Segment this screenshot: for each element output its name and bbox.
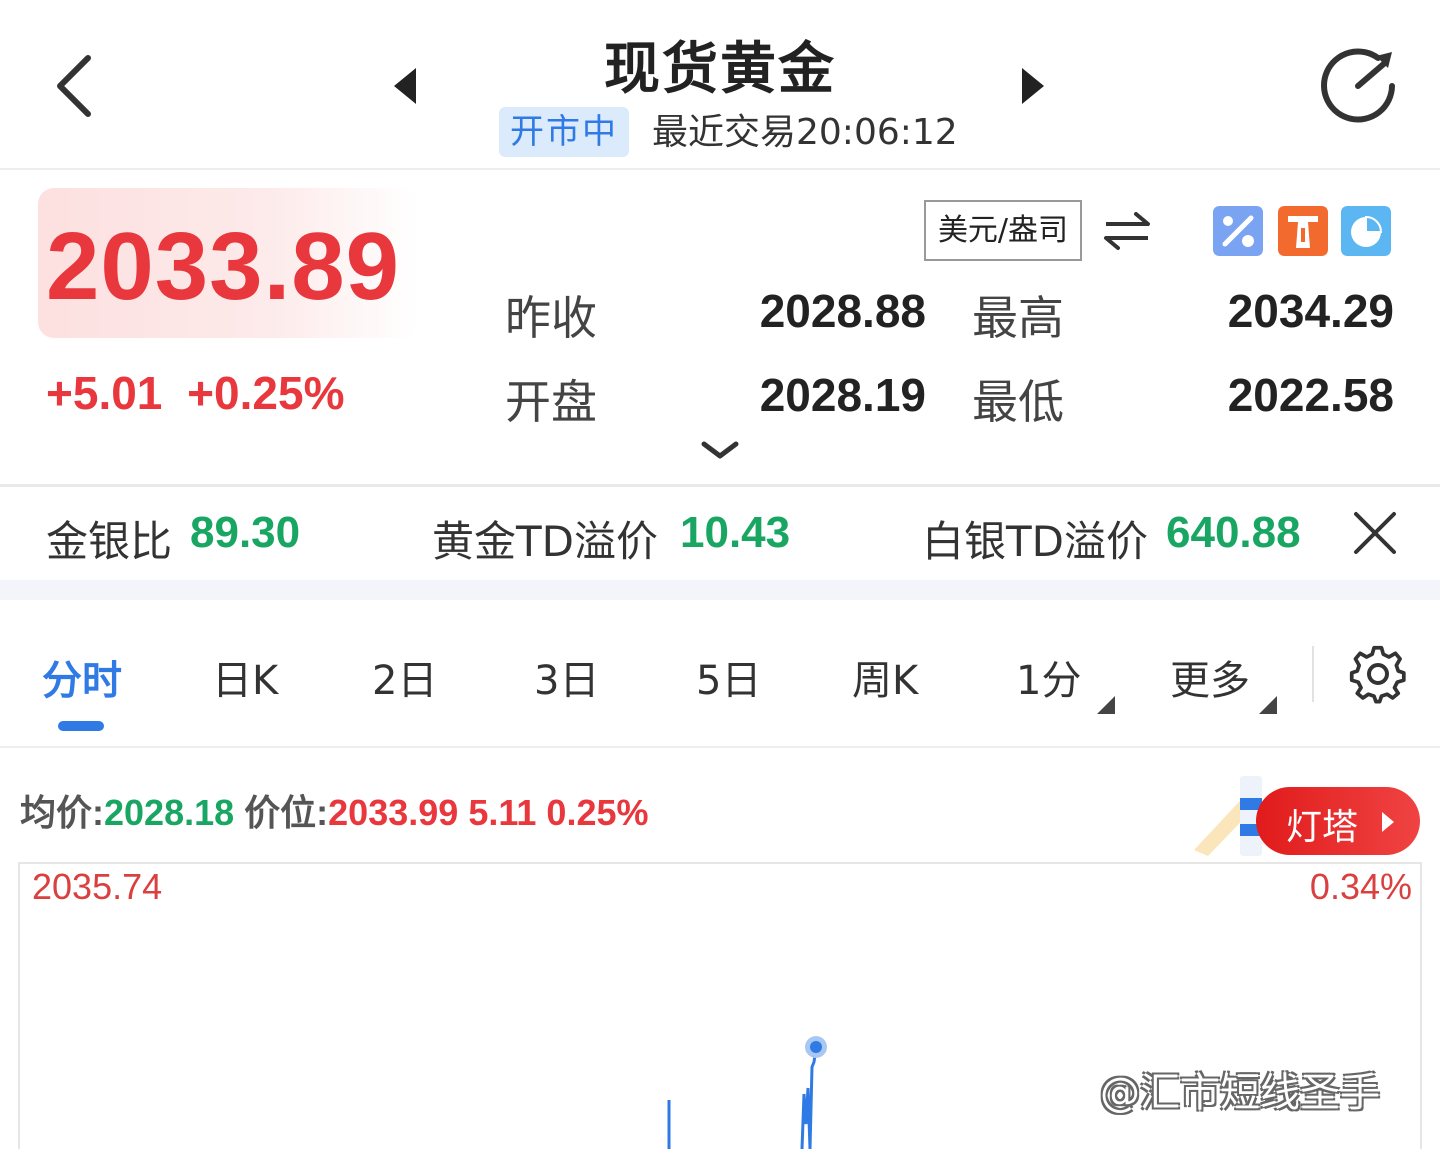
silver-td-premium-value: 640.88	[1166, 508, 1301, 557]
dropdown-corner-icon	[1097, 696, 1115, 714]
cursor-price-label: 价位:	[244, 792, 329, 833]
tab-2-day[interactable]: 2日	[372, 648, 437, 706]
divider	[0, 484, 1440, 487]
dropdown-corner-icon	[1259, 696, 1277, 714]
gear-icon[interactable]	[1348, 644, 1408, 704]
cursor-pct-value: 0.25%	[546, 792, 649, 833]
low-label: 最低	[972, 375, 1064, 429]
gold-silver-ratio-label: 金银比	[46, 517, 173, 566]
tab-1-min[interactable]: 1分	[1016, 648, 1081, 706]
section-separator	[0, 580, 1440, 600]
price-change: +5.01 +0.25%	[46, 367, 345, 419]
low-value: 2022.58	[1227, 369, 1394, 421]
watermark: @汇市短线圣手	[1100, 1070, 1380, 1116]
avg-price-value: 2028.18	[104, 792, 235, 833]
active-tab-indicator	[58, 721, 104, 731]
tab-divider	[1312, 646, 1314, 702]
play-arrow-icon	[1382, 812, 1394, 832]
unit-selector[interactable]: 美元/盎司	[924, 200, 1082, 261]
close-icon[interactable]	[1352, 510, 1398, 556]
high-label: 最高	[972, 291, 1064, 345]
expand-chevron-icon[interactable]	[700, 440, 740, 462]
lighthouse-icon[interactable]	[1278, 206, 1328, 256]
refresh-button[interactable]	[1316, 44, 1400, 128]
gold-silver-ratio-value: 89.30	[190, 508, 301, 557]
swap-arrows-icon[interactable]	[1102, 210, 1152, 252]
percent-icon[interactable]	[1213, 206, 1263, 256]
cursor-dot	[810, 1041, 822, 1053]
tab-daily-k[interactable]: 日K	[212, 648, 278, 706]
current-price: 2033.89	[46, 213, 401, 320]
gold-td-premium-label: 黄金TD溢价	[432, 517, 658, 566]
tab-more[interactable]: 更多	[1170, 648, 1250, 706]
high-value: 2034.29	[1227, 285, 1394, 337]
prev-close-label: 昨收	[505, 291, 597, 345]
pie-chart-icon[interactable]	[1341, 206, 1391, 256]
gold-td-premium-value: 10.43	[680, 508, 791, 557]
lighthouse-label: 灯塔	[1286, 807, 1359, 848]
tab-5-day[interactable]: 5日	[696, 648, 761, 706]
prev-instrument-button[interactable]	[390, 64, 420, 108]
silver-td-premium-label: 白银TD溢价	[922, 517, 1148, 566]
market-status-badge: 开市中	[499, 107, 629, 157]
page-title: 现货黄金	[604, 37, 836, 102]
cursor-change-value: 5.11	[468, 792, 537, 833]
last-trade-time: 最近交易20:06:12	[652, 112, 958, 153]
open-label: 开盘	[505, 375, 597, 429]
prev-close-value: 2028.88	[759, 285, 926, 337]
next-instrument-button[interactable]	[1018, 64, 1048, 108]
header: 现货黄金 开市中 最近交易20:06:12	[0, 0, 1440, 170]
divider	[0, 746, 1440, 748]
cursor-price-value: 2033.99	[328, 792, 459, 833]
avg-price-label: 均价:	[20, 792, 104, 833]
tab-3-day[interactable]: 3日	[534, 648, 599, 706]
back-button[interactable]	[50, 52, 100, 120]
tab-weekly-k[interactable]: 周K	[852, 648, 918, 706]
tab-intraday[interactable]: 分时	[42, 648, 122, 706]
price-line-segment	[800, 1047, 818, 1149]
open-value: 2028.19	[759, 369, 926, 421]
chart-info-line: 均价:2028.18 价位:2033.99 5.11 0.25%	[20, 784, 649, 836]
